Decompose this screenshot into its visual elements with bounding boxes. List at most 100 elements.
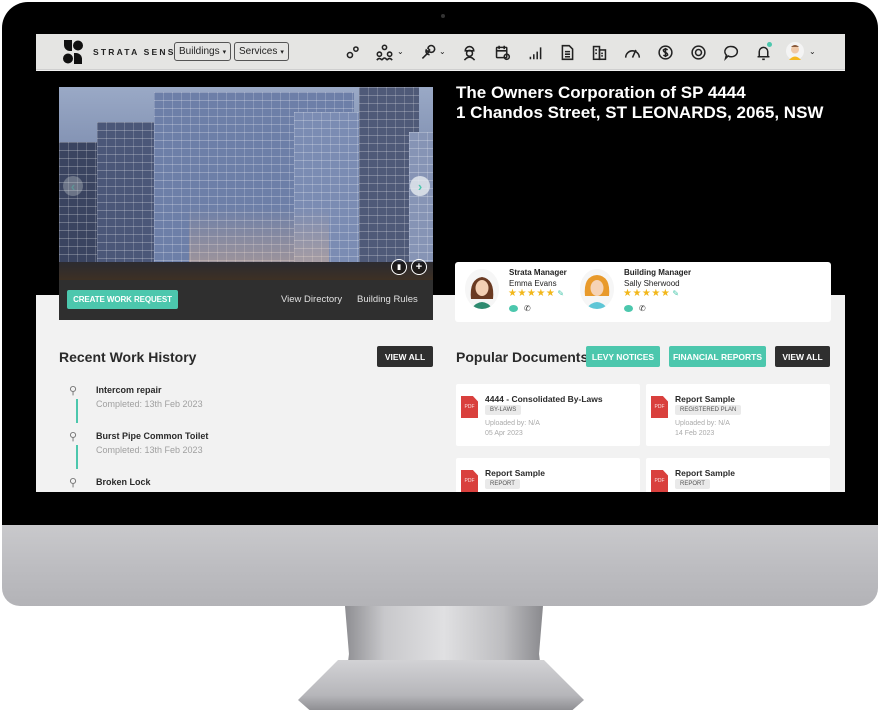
settings-gears-icon[interactable] [342, 42, 362, 62]
document-tag: REPORT [675, 479, 710, 489]
work-history-view-all-button[interactable]: VIEW ALL [377, 346, 433, 367]
chevron-down-icon: ▾ [280, 48, 284, 56]
work-item-name: Intercom repair [96, 385, 162, 395]
buildings-dropdown-label: Buildings [179, 46, 220, 57]
manager-name: Sally Sherwood [624, 279, 680, 288]
pdf-icon: PDF [651, 396, 668, 418]
building-rules-link[interactable]: Building Rules [357, 294, 418, 305]
document-card[interactable]: PDF 4444 - Consolidated By-Laws BY-LAWS … [456, 384, 640, 446]
manager-contact: ✆ [509, 304, 531, 313]
bar-chart-icon[interactable] [525, 42, 545, 62]
bell-icon[interactable] [753, 42, 773, 62]
user-avatar[interactable] [786, 42, 804, 62]
work-item-status: Completed: 13th Feb 2023 [96, 399, 203, 409]
document-date: 05 Apr 2023 [485, 430, 523, 437]
lifebuoy-icon[interactable] [688, 42, 708, 62]
chat-icon[interactable] [721, 42, 741, 62]
building-manager-avatar [580, 269, 614, 309]
view-directory-link[interactable]: View Directory [281, 294, 342, 305]
phone-icon[interactable]: ✆ [639, 304, 646, 313]
rating-stars: ★★★★★ ✎ [508, 288, 565, 299]
document-name: Report Sample [485, 468, 545, 478]
building-photo-tower [97, 122, 157, 280]
building-hero: ‹ › ▮ + The Owners Corporation of SP 444… [36, 71, 845, 322]
popular-documents-title: Popular Documents [456, 349, 589, 365]
plus-icon: + [415, 261, 423, 273]
edit-rating-icon[interactable]: ✎ [672, 289, 679, 298]
levy-notices-button[interactable]: LEVY NOTICES [586, 346, 660, 367]
manager-contact: ✆ [624, 304, 646, 313]
building-photo-glow [189, 207, 329, 267]
edit-rating-icon[interactable]: ✎ [557, 289, 564, 298]
document-uploaded-by: Uploaded by: N/A [675, 420, 730, 427]
message-icon[interactable] [624, 305, 633, 312]
manager-role: Strata Manager [509, 268, 567, 277]
manager-name: Emma Evans [509, 279, 557, 288]
create-work-request-button[interactable]: CREATE WORK REQUEST [67, 290, 178, 309]
camera-dot [441, 14, 445, 18]
strata-sense-logo-icon[interactable] [62, 39, 84, 65]
recent-work-history-title: Recent Work History [59, 349, 197, 365]
documents-view-all-button[interactable]: VIEW ALL [775, 346, 830, 367]
screen: STRATA SENSE Buildings ▾ Services ▾ ⌄ ⌄ [36, 34, 845, 492]
trash-icon: ▮ [397, 264, 401, 271]
delete-photo-button[interactable]: ▮ [391, 259, 407, 275]
document-tag: REPORT [485, 479, 520, 489]
document-card[interactable]: PDF Report Sample REPORT [646, 458, 830, 492]
building-photo-ground [59, 262, 433, 280]
rating-stars-glyphs: ★★★★★ [508, 288, 556, 299]
wrench-icon[interactable] [417, 42, 437, 62]
phone-icon[interactable]: ✆ [524, 304, 531, 313]
message-icon[interactable] [509, 305, 518, 312]
document-date: 14 Feb 2023 [675, 430, 715, 437]
dollar-icon[interactable] [655, 42, 675, 62]
pdf-icon: PDF [461, 470, 478, 492]
document-name: Report Sample [675, 468, 735, 478]
notification-dot [767, 42, 772, 47]
calendar-clock-icon[interactable] [492, 42, 512, 62]
strata-manager-avatar [465, 269, 499, 309]
chevron-down-icon[interactable]: ⌄ [397, 47, 404, 56]
building-action-bar: CREATE WORK REQUEST View Directory Build… [59, 280, 433, 320]
work-item-name: Burst Pipe Common Toilet [96, 431, 209, 441]
carousel-prev-button[interactable]: ‹ [63, 176, 83, 196]
user-menu-chevron-icon[interactable]: ⌄ [809, 47, 816, 56]
buildings-dropdown[interactable]: Buildings ▾ [174, 42, 232, 61]
work-item-status: Completed: 13th Feb 2023 [96, 445, 203, 455]
rating-stars: ★★★★★ ✎ [623, 288, 680, 299]
add-photo-button[interactable]: + [411, 259, 427, 275]
plug-icon: ⚲ [69, 385, 78, 397]
owners-corporation-name: The Owners Corporation of SP 4444 [456, 83, 746, 102]
managers-card: Strata Manager Emma Evans ★★★★★ ✎ ✆ Build… [455, 262, 831, 322]
pdf-icon: PDF [461, 396, 478, 418]
plug-icon: ⚲ [69, 477, 78, 489]
services-dropdown[interactable]: Services ▾ [234, 42, 289, 61]
timeline-line [76, 399, 78, 423]
financial-reports-button[interactable]: FINANCIAL REPORTS [669, 346, 766, 367]
document-tag: REGISTERED PLAN [675, 405, 742, 415]
work-item-name: Broken Lock [96, 477, 151, 487]
contractor-icon[interactable] [459, 42, 479, 62]
document-card[interactable]: PDF Report Sample REPORT [456, 458, 640, 492]
document-name: Report Sample [675, 394, 735, 404]
building-photo-carousel[interactable]: ‹ › ▮ + [59, 87, 433, 280]
gauge-icon[interactable] [622, 42, 642, 62]
building-photo-tower [409, 132, 433, 280]
pdf-icon: PDF [651, 470, 668, 492]
chevron-down-icon[interactable]: ⌄ [439, 47, 446, 56]
brand-name[interactable]: STRATA SENSE [93, 47, 183, 57]
document-name: 4444 - Consolidated By-Laws [485, 394, 603, 404]
buildings-icon[interactable] [589, 42, 609, 62]
document-card[interactable]: PDF Report Sample REGISTERED PLAN Upload… [646, 384, 830, 446]
manager-role: Building Manager [624, 268, 692, 277]
document-icon[interactable] [557, 42, 577, 62]
document-uploaded-by: Uploaded by: N/A [485, 420, 540, 427]
timeline-line [76, 445, 78, 469]
building-address: 1 Chandos Street, ST LEONARDS, 2065, NSW [456, 103, 824, 122]
carousel-next-button[interactable]: › [410, 176, 430, 196]
rating-stars-glyphs: ★★★★★ [623, 288, 671, 299]
services-dropdown-label: Services [239, 46, 278, 57]
building-photo-tower [59, 142, 101, 280]
people-network-icon[interactable] [374, 42, 394, 62]
document-meta: Uploaded by: N/A 05 Apr 2023 [485, 419, 540, 439]
